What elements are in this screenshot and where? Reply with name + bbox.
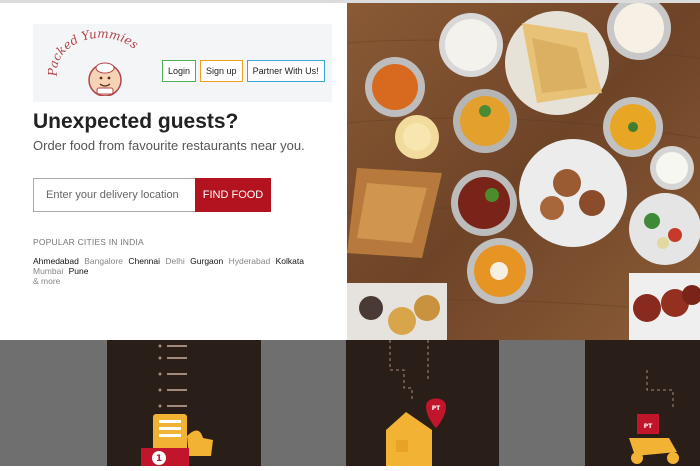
rice-bowl-top: [439, 13, 503, 77]
city-link-gurgaon[interactable]: Gurgaon: [190, 256, 223, 266]
dal-bowl: [453, 89, 517, 153]
signup-button[interactable]: Sign up: [200, 60, 243, 82]
food-hero-image: [347, 3, 700, 340]
food-table-illustration: [347, 3, 700, 340]
page-subtitle: Order food from favourite restaurants ne…: [33, 138, 305, 153]
delivery-box-label: PT: [644, 423, 653, 430]
route-line: [390, 340, 412, 400]
tikka-plate: [519, 139, 627, 247]
more-cities-link[interactable]: & more: [33, 276, 60, 286]
order-badge-number: 1: [156, 454, 162, 464]
kachori-plate: [347, 283, 447, 340]
city-link-pune[interactable]: Pune: [69, 266, 89, 276]
naan-plate: [505, 11, 609, 115]
partner-button[interactable]: Partner With Us!: [247, 60, 325, 82]
house-icon: [386, 412, 432, 466]
find-food-button[interactable]: FIND FOOD: [195, 178, 271, 212]
raita-bowl: [650, 146, 694, 190]
step-panel-deliver: PT: [585, 340, 700, 466]
city-link-delhi[interactable]: Delhi: [165, 256, 184, 266]
kebab-plate: [629, 273, 700, 340]
chili-bowl: [451, 170, 517, 236]
city-link-mumbai[interactable]: Mumbai: [33, 266, 63, 276]
step-panel-order: 1: [107, 340, 261, 466]
salad-bowl: [629, 193, 700, 265]
order-illustration: 1: [107, 340, 261, 466]
page-title: Unexpected guests?: [33, 110, 238, 134]
city-link-hyderabad[interactable]: Hyderabad: [229, 256, 271, 266]
korma-bowl: [603, 97, 663, 157]
delivery-route-line: [647, 370, 673, 410]
drink-glass: [395, 115, 439, 159]
map-pin-icon: [426, 399, 446, 429]
order-list-dots: [159, 345, 188, 408]
hand-icon: [187, 430, 213, 456]
city-link-bangalore[interactable]: Bangalore: [84, 256, 123, 266]
curry-bowl-left: [365, 57, 425, 117]
map-pin-label: PT: [432, 405, 441, 412]
delivery-location-input[interactable]: [33, 178, 195, 212]
popular-cities-list: Ahmedabad Bangalore Chennai Delhi Gurgao…: [33, 256, 333, 286]
top-nav: Login Sign up Partner With Us!: [162, 60, 325, 82]
city-link-chennai[interactable]: Chennai: [128, 256, 160, 266]
brand-logo[interactable]: Packed Yummies: [47, 30, 155, 96]
header-bar: Packed Yummies Login Sign up Partner Wit…: [33, 24, 332, 102]
login-button[interactable]: Login: [162, 60, 196, 82]
city-link-ahmedabad[interactable]: Ahmedabad: [33, 256, 79, 266]
soup-bowl: [467, 238, 533, 304]
track-illustration: PT: [346, 340, 499, 466]
how-it-works-strip: 1 PT PT: [0, 340, 700, 466]
location-search: FIND FOOD: [33, 178, 271, 212]
popular-cities-title: POPULAR CITIES IN INDIA: [33, 237, 144, 247]
city-link-kolkata[interactable]: Kolkata: [276, 256, 304, 266]
deliver-illustration: PT: [585, 340, 700, 466]
step-panel-track: PT: [346, 340, 499, 466]
